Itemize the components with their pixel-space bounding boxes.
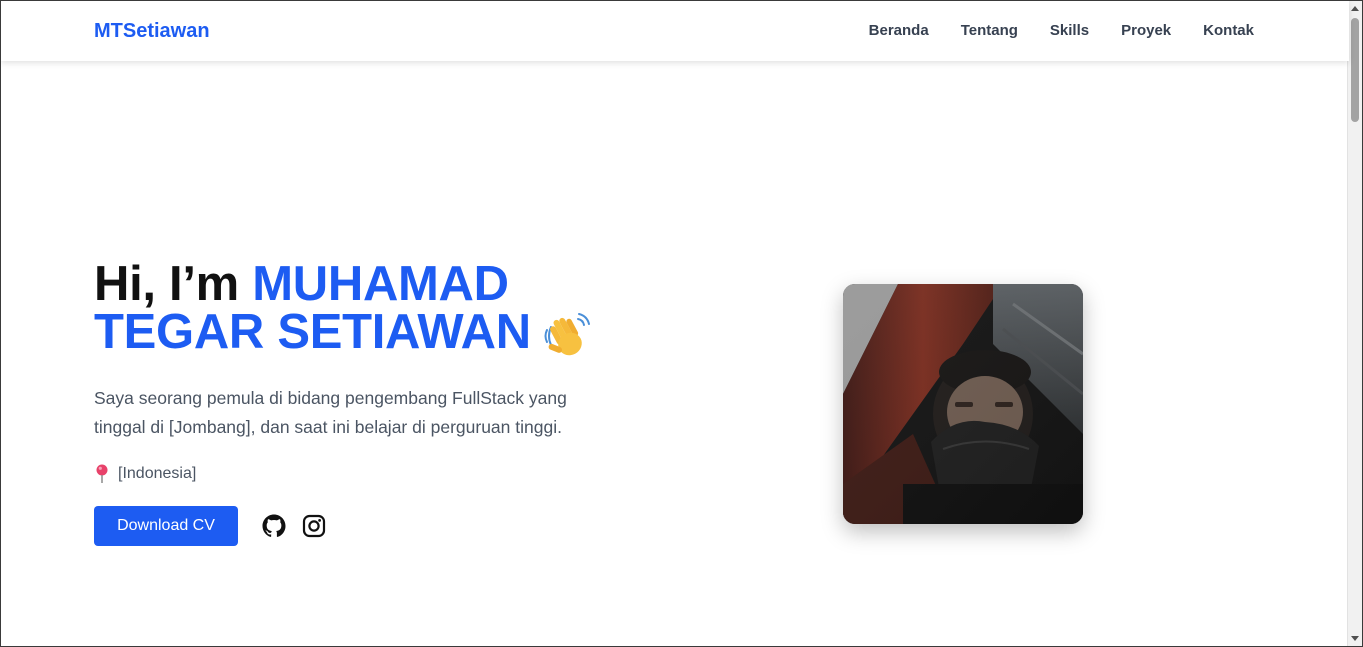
hero-actions: Download CV <box>94 506 614 546</box>
hero-title: Hi, I’m MUHAMAD TEGAR SETIAWAN <box>94 260 614 362</box>
nav-link-beranda[interactable]: Beranda <box>869 22 929 39</box>
browser-viewport: MTSetiawan Beranda Tentang Skills Proyek… <box>0 0 1363 647</box>
nav-link-tentang[interactable]: Tentang <box>961 22 1018 39</box>
location: [Indonesia] <box>94 464 614 484</box>
page-scrollbar[interactable] <box>1347 1 1362 646</box>
hero-name-line1: MUHAMAD <box>252 257 509 311</box>
github-icon[interactable] <box>262 514 286 538</box>
profile-photo <box>843 284 1083 524</box>
navbar: MTSetiawan Beranda Tentang Skills Proyek… <box>1 1 1349 61</box>
location-text: [Indonesia] <box>118 465 197 482</box>
nav-links: Beranda Tentang Skills Proyek Kontak <box>869 22 1254 39</box>
waving-hand-icon <box>541 310 593 362</box>
nav-link-skills[interactable]: Skills <box>1050 22 1089 39</box>
nav-link-proyek[interactable]: Proyek <box>1121 22 1171 39</box>
hero-name-line2: TEGAR SETIAWAN <box>94 305 531 359</box>
location-pin-icon <box>94 464 110 484</box>
instagram-icon[interactable] <box>302 514 326 538</box>
scrollbar-thumb[interactable] <box>1351 18 1359 122</box>
brand-logo[interactable]: MTSetiawan <box>94 20 210 43</box>
nav-link-kontak[interactable]: Kontak <box>1203 22 1254 39</box>
hero-greeting: Hi, I’m <box>94 257 253 311</box>
download-cv-button[interactable]: Download CV <box>94 506 238 546</box>
scroll-up-arrow-icon[interactable] <box>1351 6 1359 11</box>
scroll-down-arrow-icon[interactable] <box>1351 636 1359 641</box>
hero-section: Hi, I’m MUHAMAD TEGAR SETIAWAN Saya seora… <box>94 260 614 546</box>
hero-description: Saya seorang pemula di bidang pengembang… <box>94 388 567 437</box>
